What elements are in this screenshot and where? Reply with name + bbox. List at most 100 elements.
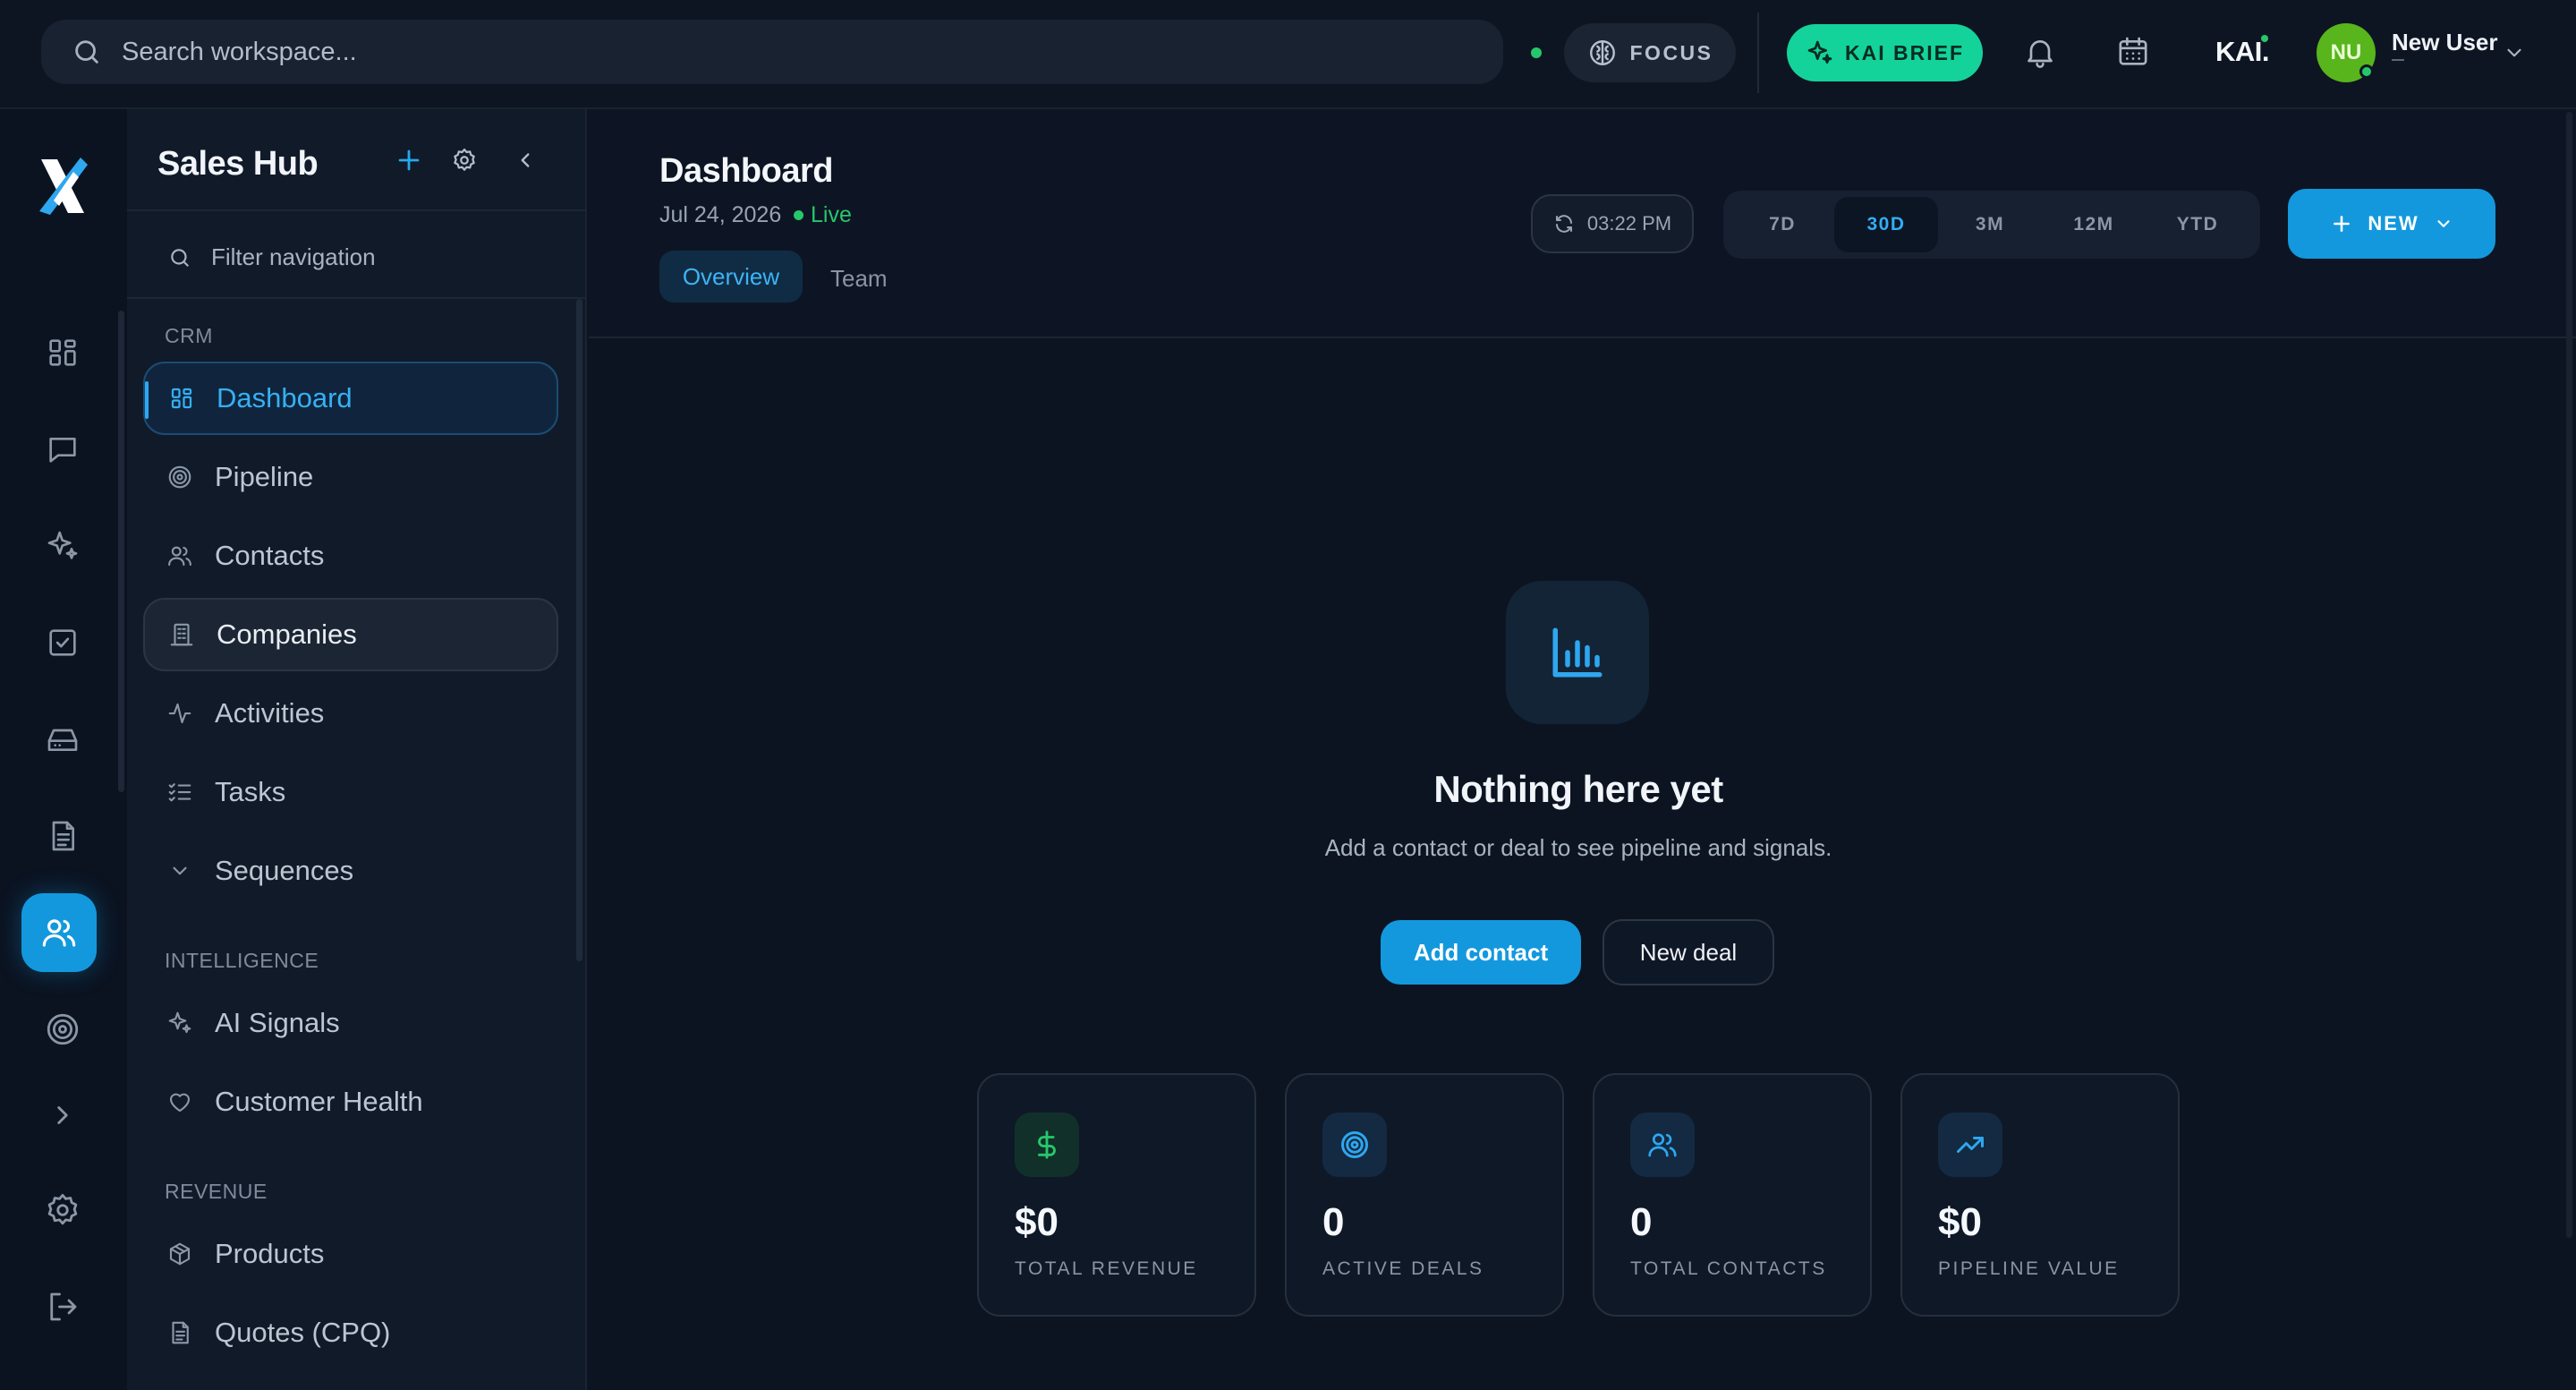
document-icon [165, 1319, 195, 1346]
kai-brief-label: KAI BRIEF [1845, 40, 1964, 64]
range-3m[interactable]: 3M [1938, 197, 2042, 252]
sidebar-item-label: Contacts [215, 540, 325, 571]
sidebar-item-label: Tasks [215, 776, 286, 807]
document-icon[interactable] [41, 814, 84, 857]
search-placeholder: Search workspace... [122, 37, 357, 66]
chevron-right-icon[interactable] [41, 1094, 84, 1137]
focus-button[interactable]: FOCUS [1564, 23, 1736, 82]
brain-icon [1587, 38, 1618, 68]
sidebar-item-label: Dashboard [217, 382, 353, 414]
sidebar-item-label: AI Signals [215, 1007, 340, 1038]
live-label: Live [811, 202, 852, 227]
plus-icon[interactable] [394, 145, 424, 175]
calendar-icon[interactable] [2115, 34, 2151, 70]
activity-icon [165, 700, 195, 727]
gear-icon[interactable] [41, 1189, 84, 1232]
sidebar-item-customer-health[interactable]: Customer Health [143, 1065, 558, 1138]
connection-status-dot [1531, 47, 1542, 58]
section-label-crm: CRM [165, 324, 213, 347]
target-icon [1322, 1113, 1387, 1177]
sidebar-scrollbar[interactable] [576, 299, 582, 961]
chevron-left-icon[interactable] [514, 149, 537, 172]
new-label: NEW [2368, 212, 2419, 235]
sparkle-icon[interactable] [41, 524, 84, 567]
tab-overview[interactable]: Overview [659, 251, 803, 303]
live-indicator: Live [794, 202, 852, 228]
range-ytd[interactable]: YTD [2146, 197, 2249, 252]
sidebar-item-tasks[interactable]: Tasks [143, 755, 558, 829]
stat-value: $0 [1938, 1200, 1982, 1244]
range-12m[interactable]: 12M [2042, 197, 2146, 252]
target-icon[interactable] [41, 1008, 84, 1051]
sidebar-item-companies[interactable]: Companies [143, 598, 558, 671]
bell-icon[interactable] [2022, 34, 2058, 70]
sidebar-item-quotes[interactable]: Quotes (CPQ) [143, 1296, 558, 1369]
users-icon [165, 542, 195, 569]
filter-navigation-input[interactable]: Filter navigation [168, 243, 376, 271]
message-icon[interactable] [41, 428, 84, 471]
new-deal-button[interactable]: New deal [1603, 919, 1774, 985]
app-logo[interactable] [34, 154, 91, 218]
sidebar-item-label: Companies [217, 618, 357, 650]
chevron-down-icon[interactable] [2503, 41, 2526, 64]
search-bar[interactable]: Search workspace... [41, 20, 1503, 84]
heart-icon [165, 1088, 195, 1115]
sidebar-item-label: Quotes (CPQ) [215, 1317, 391, 1348]
user-subtitle [2392, 59, 2404, 61]
page-header: Dashboard Jul 24, 2026 Live Overview Tea… [589, 109, 2576, 338]
building-icon [166, 621, 197, 648]
stat-label: TOTAL CONTACTS [1630, 1258, 1827, 1279]
grid-icon[interactable] [41, 331, 84, 374]
main-scrollbar[interactable] [2566, 112, 2572, 1238]
divider [127, 209, 585, 211]
sidebar-item-contacts[interactable]: Contacts [143, 519, 558, 593]
stat-value: 0 [1630, 1200, 1653, 1244]
bar-chart-icon [1506, 581, 1649, 724]
sidebar-item-label: Customer Health [215, 1086, 423, 1117]
checkbox-icon[interactable] [41, 621, 84, 664]
gear-icon[interactable] [451, 147, 478, 174]
live-dot [794, 210, 803, 220]
new-button[interactable]: NEW [2288, 189, 2495, 259]
filter-placeholder: Filter navigation [211, 243, 376, 270]
range-30d[interactable]: 30D [1834, 197, 1938, 252]
top-bar: Search workspace... FOCUS KAI BRIEF KAI.… [0, 0, 2576, 109]
divider [1757, 13, 1759, 93]
divider [127, 297, 585, 299]
chevron-down-icon [2434, 214, 2453, 234]
stat-card-active-deals[interactable]: 0 ACTIVE DEALS [1285, 1073, 1564, 1317]
logout-icon[interactable] [41, 1285, 84, 1328]
tab-team[interactable]: Team [830, 265, 888, 293]
sidebar-item-pipeline[interactable]: Pipeline [143, 440, 558, 514]
stat-label: PIPELINE VALUE [1938, 1258, 2120, 1279]
sidebar-item-sequences[interactable]: Sequences [143, 834, 558, 908]
stat-label: TOTAL REVENUE [1015, 1258, 1198, 1279]
kai-brief-button[interactable]: KAI BRIEF [1787, 24, 1983, 81]
search-icon [168, 246, 191, 269]
section-label-intelligence: INTELLIGENCE [165, 949, 319, 972]
stat-card-pipeline-value[interactable]: $0 PIPELINE VALUE [1900, 1073, 2180, 1317]
empty-state-title: Nothing here yet [1433, 768, 1723, 810]
add-contact-button[interactable]: Add contact [1381, 920, 1581, 985]
rail-scrollbar[interactable] [118, 311, 124, 792]
refresh-icon [1553, 213, 1575, 235]
sidebar-item-activities[interactable]: Activities [143, 677, 558, 750]
stat-card-total-contacts[interactable]: 0 TOTAL CONTACTS [1593, 1073, 1872, 1317]
stat-card-total-revenue[interactable]: $0 TOTAL REVENUE [977, 1073, 1256, 1317]
sidebar-item-ai-signals[interactable]: AI Signals [143, 986, 558, 1060]
refresh-time-button[interactable]: 03:22 PM [1531, 194, 1694, 253]
list-check-icon [165, 779, 195, 806]
users-icon[interactable] [21, 893, 97, 972]
user-name[interactable]: New User [2392, 29, 2498, 56]
sidebar-item-dashboard[interactable]: Dashboard [143, 362, 558, 435]
sidebar-item-products[interactable]: Products [143, 1217, 558, 1291]
trending-up-icon [1938, 1113, 2002, 1177]
range-7d[interactable]: 7D [1730, 197, 1834, 252]
search-icon [72, 37, 102, 67]
sparkle-icon [165, 1010, 195, 1036]
page-date: Jul 24, 2026 [659, 202, 782, 227]
sidebar-item-label: Products [215, 1238, 325, 1269]
inbox-icon[interactable] [41, 718, 84, 761]
plus-icon [2330, 212, 2353, 235]
sidebar-item-label: Sequences [215, 855, 354, 886]
